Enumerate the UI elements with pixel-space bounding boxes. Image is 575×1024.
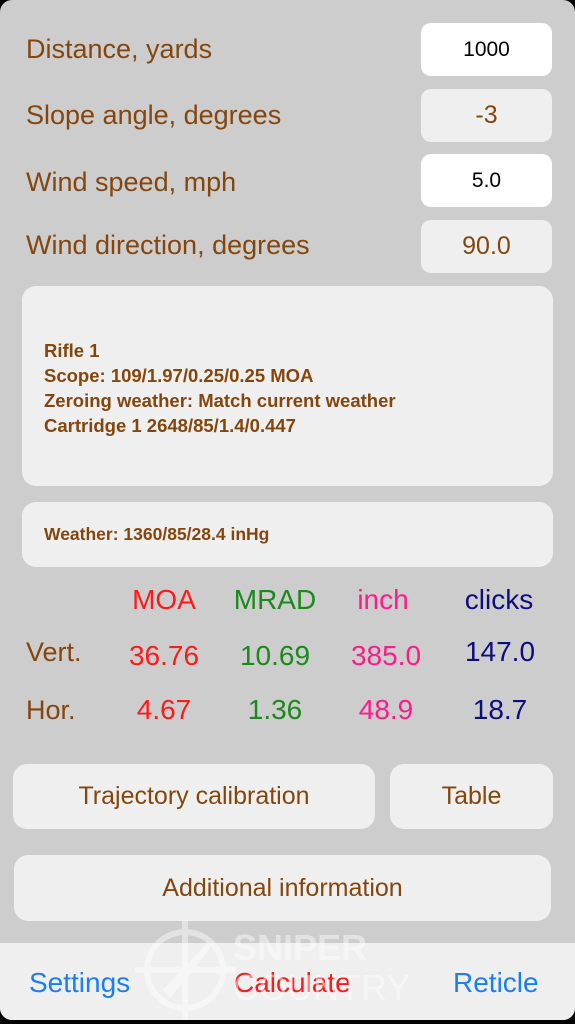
hor-inch: 48.9 (358, 694, 414, 725)
header-moa: MOA (132, 584, 196, 615)
hor-mrad: 1.36 (247, 694, 303, 725)
rifle-text: Rifle 1 (44, 340, 100, 361)
header-mrad: MRAD (233, 584, 317, 615)
distance-input[interactable]: 1000 (421, 23, 552, 76)
hor-clicks: 18.7 (472, 694, 528, 725)
weather-panel[interactable]: Weather: 1360/85/28.4 inHg (22, 502, 553, 567)
vert-clicks: 147.0 (464, 636, 536, 667)
trajectory-calibration-button[interactable]: Trajectory calibration (13, 764, 375, 829)
slope-angle-field[interactable]: -3 (421, 89, 552, 142)
distance-label: Distance, yards (26, 34, 213, 64)
cartridge-text: Cartridge 1 2648/85/1.4/0.447 (44, 415, 296, 436)
profile-info-panel[interactable]: Rifle 1 Scope: 109/1.97/0.25/0.25 MOA Ze… (22, 286, 553, 486)
wind-speed-input[interactable]: 5.0 (421, 154, 552, 207)
vert-mrad: 10.69 (239, 640, 311, 671)
header-inch: inch (357, 584, 409, 615)
additional-information-button[interactable]: Additional information (14, 855, 551, 921)
vertical-label: Vert. (26, 637, 82, 667)
zeroing-text: Zeroing weather: Match current weather (44, 390, 396, 411)
wind-speed-label: Wind speed, mph (26, 167, 237, 197)
calculate-button[interactable]: Calculate (234, 967, 351, 999)
horizontal-label: Hor. (26, 695, 76, 725)
bottom-toolbar: Settings Calculate Reticle (0, 943, 575, 1020)
vert-inch: 385.0 (350, 640, 422, 671)
header-clicks: clicks (464, 584, 534, 615)
settings-button[interactable]: Settings (29, 967, 130, 999)
wind-direction-label: Wind direction, degrees (26, 230, 310, 260)
scope-text: Scope: 109/1.97/0.25/0.25 MOA (44, 365, 314, 386)
table-button[interactable]: Table (390, 764, 553, 829)
wind-direction-field[interactable]: 90.0 (421, 220, 552, 273)
ballistic-calculator-screen: Distance, yards 1000 Slope angle, degree… (0, 0, 575, 1020)
weather-text: Weather: 1360/85/28.4 inHg (44, 524, 270, 544)
vert-moa: 36.76 (128, 640, 200, 671)
slope-angle-label: Slope angle, degrees (26, 100, 282, 130)
reticle-button[interactable]: Reticle (453, 967, 539, 999)
hor-moa: 4.67 (136, 694, 192, 725)
